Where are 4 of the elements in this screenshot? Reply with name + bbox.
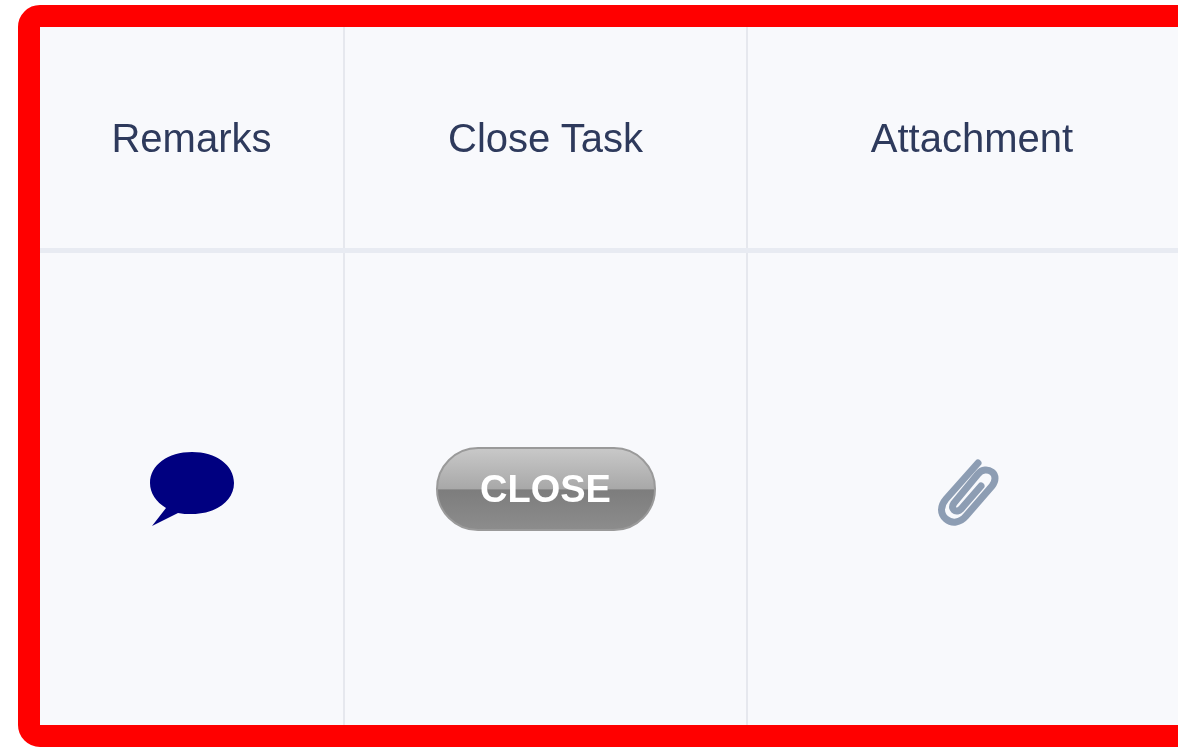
column-header: Remarks xyxy=(111,114,272,162)
column-header: Close Task xyxy=(448,114,643,162)
column-header: Attachment xyxy=(870,114,1074,162)
close-button[interactable]: CLOSE xyxy=(435,447,656,531)
